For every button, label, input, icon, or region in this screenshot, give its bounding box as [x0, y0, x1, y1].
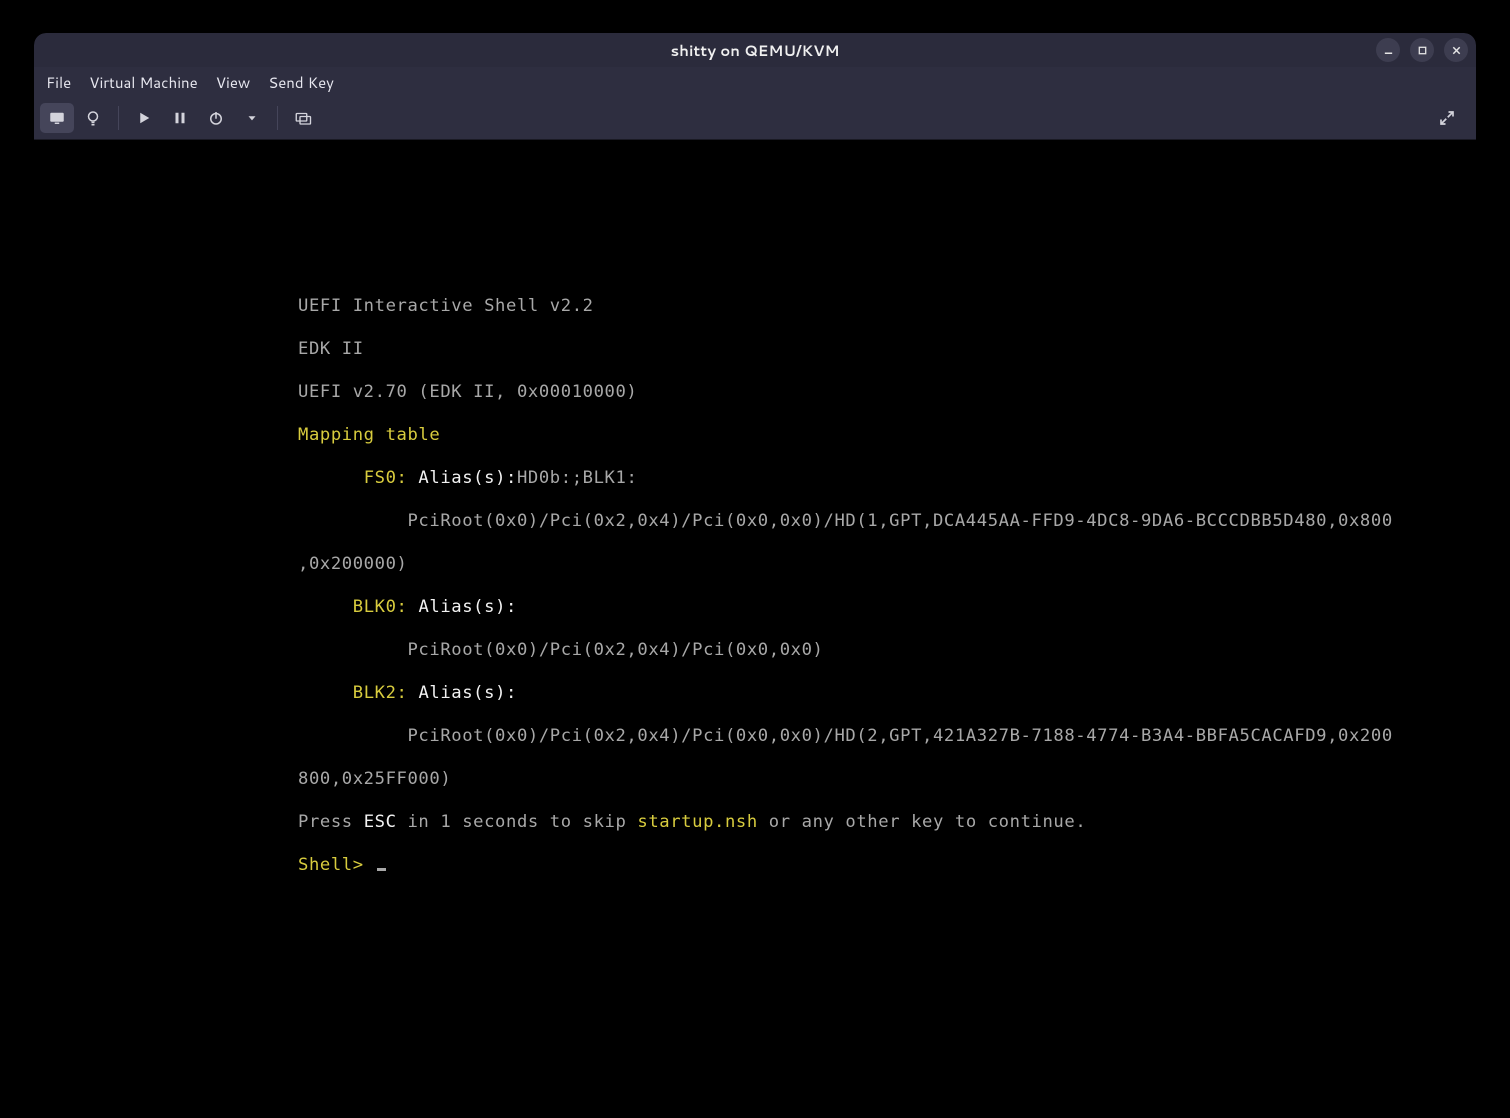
- toolbar-separator-2: [277, 106, 278, 130]
- guest-display[interactable]: UEFI Interactive Shell v2.2 EDK II UEFI …: [34, 140, 1476, 1118]
- fs0-label: FS0:: [364, 468, 408, 488]
- blk0-alias-label: Alias(s):: [408, 597, 517, 617]
- minimize-button[interactable]: [1376, 38, 1400, 62]
- fs0-alias-label: Alias(s):: [407, 468, 516, 488]
- titlebar: shitty on QEMU/KVM: [34, 33, 1476, 67]
- power-icon: [207, 109, 225, 127]
- fullscreen-icon: [1438, 109, 1456, 127]
- window-controls: [1376, 33, 1468, 67]
- screenshot-button[interactable]: [286, 103, 320, 133]
- console-line: UEFI Interactive Shell v2.2: [298, 296, 1208, 318]
- startup-file: startup.nsh: [637, 812, 757, 832]
- menu-virtual-machine[interactable]: Virtual Machine: [89, 72, 198, 93]
- console-line: EDK II: [298, 339, 1208, 361]
- blk2-alias-label: Alias(s):: [408, 683, 517, 703]
- console-line: Mapping table: [298, 425, 1208, 447]
- window-title: shitty on QEMU/KVM: [671, 40, 840, 61]
- pause-icon: [171, 109, 189, 127]
- play-icon: [135, 109, 153, 127]
- esc-key-label: ESC: [364, 812, 397, 832]
- console-line: PciRoot(0x0)/Pci(0x2,0x4)/Pci(0x0,0x0)/H…: [298, 511, 1208, 533]
- shell-prompt-line: Shell>: [298, 855, 1208, 877]
- run-button[interactable]: [127, 103, 161, 133]
- maximize-button[interactable]: [1410, 38, 1434, 62]
- details-view-button[interactable]: [76, 103, 110, 133]
- console-line: ,0x200000): [298, 554, 1208, 576]
- console-line: FS0: Alias(s):HD0b:;BLK1:: [298, 468, 1208, 490]
- menu-send-key[interactable]: Send Key: [268, 72, 334, 93]
- press-text: Press: [298, 812, 364, 832]
- lightbulb-icon: [84, 109, 102, 127]
- blk0-label: BLK0:: [353, 597, 408, 617]
- shell-prompt: Shell>: [298, 855, 375, 875]
- maximize-icon: [1417, 45, 1428, 56]
- press-text: or any other key to continue.: [758, 812, 1086, 832]
- fullscreen-button[interactable]: [1430, 103, 1464, 133]
- press-text: in 1 seconds to skip: [397, 812, 638, 832]
- fs0-alias-value: HD0b:;BLK1:: [517, 468, 637, 488]
- uefi-shell-console: UEFI Interactive Shell v2.2 EDK II UEFI …: [298, 274, 1208, 919]
- toolbar: [34, 97, 1476, 140]
- menu-view[interactable]: View: [216, 72, 251, 93]
- console-line: BLK2: Alias(s):: [298, 683, 1208, 705]
- chevron-down-icon: [245, 111, 259, 125]
- console-line: PciRoot(0x0)/Pci(0x2,0x4)/Pci(0x0,0x0)/H…: [298, 726, 1208, 748]
- console-line: Press ESC in 1 seconds to skip startup.n…: [298, 812, 1208, 834]
- close-icon: [1451, 45, 1462, 56]
- console-line: UEFI v2.70 (EDK II, 0x00010000): [298, 382, 1208, 404]
- menu-file[interactable]: File: [46, 72, 71, 93]
- mapping-table-heading: Mapping table: [298, 425, 440, 445]
- monitor-icon: [48, 109, 66, 127]
- screenshot-icon: [294, 109, 312, 127]
- shutdown-menu-button[interactable]: [235, 103, 269, 133]
- console-line: 800,0x25FF000): [298, 769, 1208, 791]
- console-line: BLK0: Alias(s):: [298, 597, 1208, 619]
- blk2-label: BLK2:: [353, 683, 408, 703]
- pause-button[interactable]: [163, 103, 197, 133]
- shutdown-button[interactable]: [199, 103, 233, 133]
- cursor-icon: [377, 868, 386, 871]
- toolbar-separator: [118, 106, 119, 130]
- vm-window: shitty on QEMU/KVM File Virtual Machine …: [34, 33, 1476, 1118]
- console-line: PciRoot(0x0)/Pci(0x2,0x4)/Pci(0x0,0x0): [298, 640, 1208, 662]
- close-button[interactable]: [1444, 38, 1468, 62]
- console-view-button[interactable]: [40, 103, 74, 133]
- menubar: File Virtual Machine View Send Key: [34, 67, 1476, 97]
- minimize-icon: [1383, 45, 1394, 56]
